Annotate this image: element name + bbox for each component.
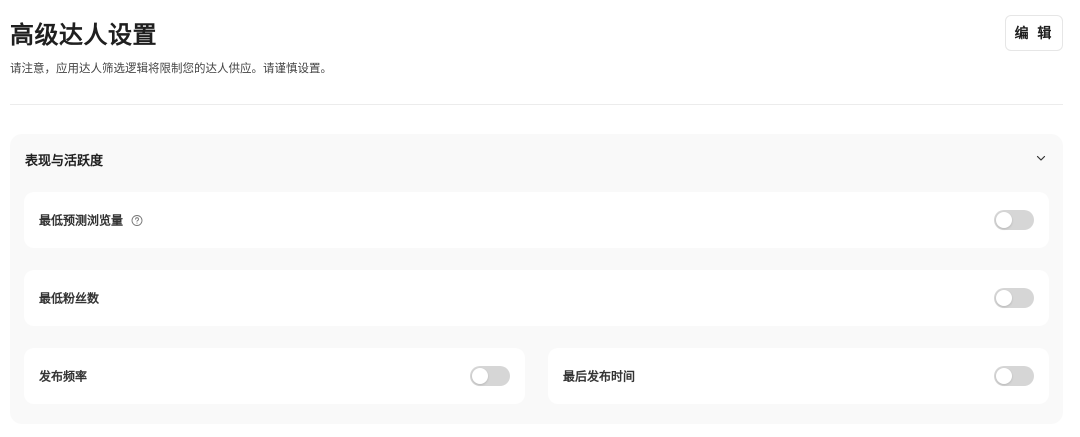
performance-activity-section: 表现与活跃度 最低预测浏览量 最低粉丝数 发布频率 最后发布时间 [10,134,1063,424]
section-header[interactable]: 表现与活跃度 [10,134,1063,184]
row-label: 最后发布时间 [563,369,636,384]
post-frequency-toggle[interactable] [470,366,510,386]
row-label: 发布频率 [39,369,88,384]
section-title: 表现与活跃度 [25,154,104,169]
toggle-knob [996,290,1012,306]
header-divider [10,104,1063,105]
row-last-post-time: 最后发布时间 [548,348,1049,404]
row-label: 最低粉丝数 [39,291,100,306]
row-min-followers: 最低粉丝数 [24,270,1049,326]
row-post-frequency: 发布频率 [24,348,525,404]
last-post-time-toggle[interactable] [994,366,1034,386]
row-min-predicted-views: 最低预测浏览量 [24,192,1049,248]
help-circle-icon[interactable] [131,214,143,226]
toggle-knob [472,368,488,384]
page-subtitle: 请注意，应用达人筛选逻辑将限制您的达人供应。请谨慎设置。 [10,61,332,75]
toggle-knob [996,368,1012,384]
min-predicted-views-toggle[interactable] [994,210,1034,230]
edit-button[interactable]: 编 辑 [1005,15,1063,51]
row-label: 最低预测浏览量 [39,213,124,228]
min-followers-toggle[interactable] [994,288,1034,308]
page: 高级达人设置 请注意，应用达人筛选逻辑将限制您的达人供应。请谨慎设置。 编 辑 … [0,0,1080,437]
page-title: 高级达人设置 [10,21,157,49]
chevron-down-icon [1036,155,1046,161]
toggle-knob [996,212,1012,228]
